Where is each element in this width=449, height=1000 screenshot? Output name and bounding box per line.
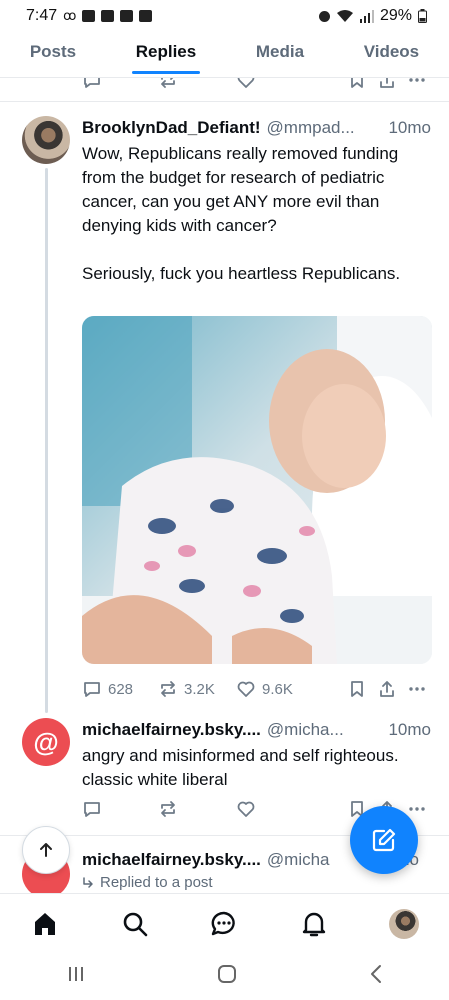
battery-percent: 29% [379,7,412,24]
home-icon [34,912,55,935]
post-image[interactable] [82,316,432,664]
previous-post-actions [0,78,449,102]
previous-actions [82,78,432,94]
share-button[interactable] [372,679,402,699]
compose-button[interactable] [350,806,418,874]
bookmark-icon [351,681,363,697]
reply-icon [84,802,100,817]
more-button[interactable] [402,679,432,699]
tab-posts[interactable]: Posts [26,36,80,74]
bottom-nav [0,893,449,953]
reply-count: 628 [108,680,134,698]
status-right: 29% [318,7,427,25]
author-name[interactable]: michaelfairney.bsky.... [82,720,261,740]
reply-button[interactable] [82,799,158,819]
author-name[interactable]: michaelfairney.bsky.... [82,850,261,870]
share-button[interactable] [372,78,402,90]
more-icon [409,78,425,82]
author-name[interactable]: BrooklynDad_Defiant! [82,118,261,138]
repost-icon [161,78,175,88]
post-header: BrooklynDad_Defiant! @mmpad... 10mo [82,118,431,138]
bookmark-button[interactable] [342,679,372,699]
signal-icon [359,9,374,23]
post-time: 10mo [388,720,431,739]
tab-videos[interactable]: Videos [360,36,423,74]
thread-line [45,168,48,713]
nav-search[interactable] [115,904,155,944]
arrow-up-icon [40,843,52,857]
repost-icon [161,681,175,697]
nav-chat[interactable] [204,904,244,944]
like-button[interactable]: 9.6K [236,679,336,699]
search-icon [123,912,147,936]
heart-icon [237,78,255,88]
avatar[interactable]: @ [22,718,70,766]
share-icon [380,78,394,88]
battery-icon [418,9,427,23]
repost-button[interactable] [158,799,236,819]
post-time: 10mo [388,118,431,137]
heart-icon [237,801,255,817]
author-handle[interactable]: @mmpad... [267,118,381,138]
reply-arrow-icon [83,876,93,888]
nav-profile[interactable] [384,904,424,944]
bell-icon [303,912,326,936]
post-header: michaelfairney.bsky.... @micha... 10mo [82,720,431,740]
reply-button[interactable] [82,78,158,90]
back-button[interactable] [368,964,384,989]
bookmark-icon [351,78,363,88]
profile-avatar [389,908,420,939]
home-system-button[interactable] [217,964,237,989]
nav-notifications[interactable] [294,904,334,944]
recent-apps-button[interactable] [66,965,86,988]
post-text: Wow, Republicans really removed funding … [82,144,401,283]
reply-button[interactable]: 628 [82,679,158,699]
like-button[interactable] [236,78,336,90]
gallery-icon [101,10,115,22]
reply-icon [84,682,100,697]
recents-icon [68,967,83,981]
avatar-glyph: @ [33,726,59,757]
replied-to-label[interactable]: Replied to a post [82,874,213,891]
post-photo [82,316,432,664]
system-nav [0,953,449,1000]
like-count: 9.6K [262,680,293,698]
wifi-icon [336,10,353,22]
tab-media[interactable]: Media [252,36,308,74]
more-icon [409,687,425,691]
repost-count: 3.2K [184,680,215,698]
home-square-icon [217,965,236,983]
heart-icon [237,681,255,697]
checkbox-icon [120,10,134,22]
status-left: 7:47 ꝏ [26,7,153,25]
more-icon [409,807,425,811]
app-icon [139,10,153,22]
folder-icon [82,10,96,22]
replied-to-text: Replied to a post [100,874,213,891]
voicemail-icon: ꝏ [63,8,77,23]
clock: 7:47 [26,7,58,24]
status-bar: 7:47 ꝏ 29% [0,0,449,32]
post-text: angry and misinformed and self righteous… [82,746,399,789]
back-chevron-icon [370,965,381,983]
compose-icon [372,828,396,852]
profile-tabs: Posts Replies Media Videos [0,32,449,78]
bookmark-button[interactable] [342,78,372,90]
chat-icon [212,911,236,935]
post-actions: 628 3.2K 9.6K [82,675,432,703]
nav-home[interactable] [25,904,65,944]
like-button[interactable] [236,799,336,819]
share-icon [380,681,394,697]
author-handle[interactable]: @micha... [267,720,381,740]
more-button[interactable] [402,78,432,90]
reply-icon [84,78,100,88]
tab-replies[interactable]: Replies [131,36,201,74]
repost-button[interactable] [158,78,236,90]
repost-icon [161,801,175,817]
repost-button[interactable]: 3.2K [158,679,236,699]
avatar[interactable] [22,116,70,164]
alarm-icon [318,10,330,22]
scroll-to-top-button[interactable] [22,826,70,874]
